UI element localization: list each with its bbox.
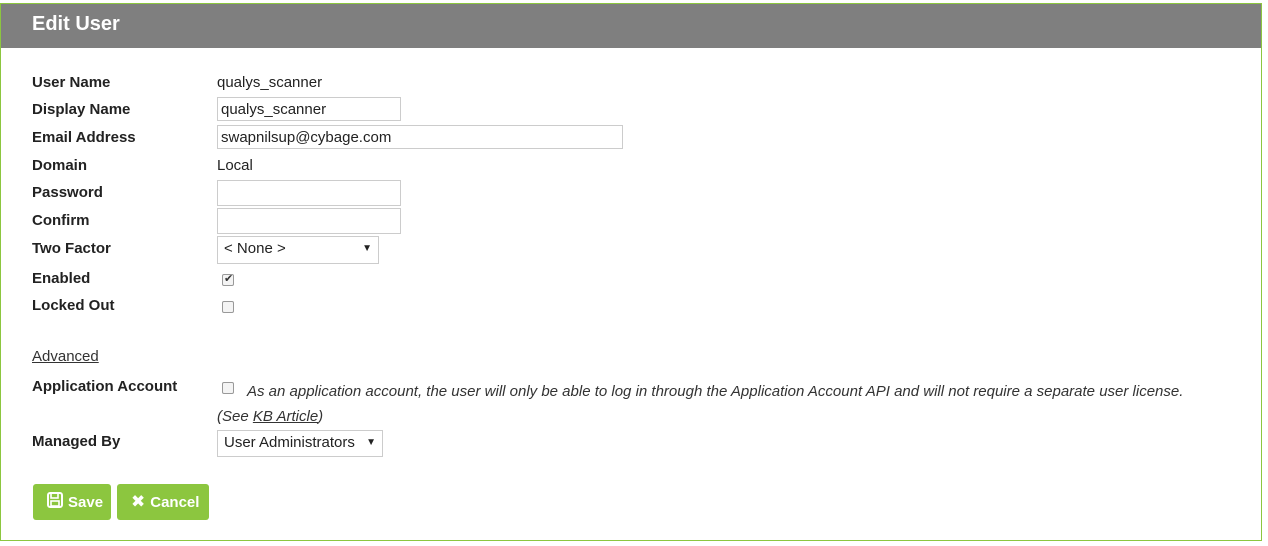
managed-by-label: Managed By [32, 433, 121, 450]
cancel-button[interactable]: ✖ Cancel [117, 484, 209, 520]
save-button[interactable]: Save [33, 484, 111, 520]
email-label: Email Address [32, 129, 136, 146]
managed-by-selected: User Administrators [224, 434, 355, 451]
chevron-down-icon: ▼ [362, 243, 372, 254]
email-field[interactable] [217, 125, 623, 149]
page-title: Edit User [32, 13, 120, 35]
edit-user-panel: Edit User [0, 3, 1262, 541]
user-name-label: User Name [32, 74, 111, 91]
managed-by-select[interactable]: User Administrators ▼ [217, 430, 383, 457]
confirm-label: Confirm [32, 212, 90, 229]
panel-header: Edit User [1, 4, 1261, 48]
check-icon: ✔ [224, 273, 234, 285]
locked-out-label: Locked Out [32, 297, 115, 314]
display-name-label: Display Name [32, 101, 131, 118]
two-factor-label: Two Factor [32, 240, 111, 257]
advanced-link[interactable]: Advanced [32, 348, 99, 365]
enabled-label: Enabled [32, 270, 91, 287]
password-label: Password [32, 184, 103, 201]
user-name-value: qualys_scanner [217, 74, 323, 91]
display-name-field[interactable] [217, 97, 401, 121]
application-account-text-end: ) [318, 408, 324, 425]
save-icon [47, 491, 63, 513]
application-account-text: As an application account, the user will… [217, 383, 1184, 425]
close-icon: ✖ [131, 492, 146, 511]
application-account-label: Application Account [32, 378, 178, 395]
save-label: Save [68, 493, 104, 511]
cancel-label: Cancel [150, 493, 200, 511]
locked-out-checkbox[interactable] [222, 301, 234, 313]
domain-label: Domain [32, 157, 88, 174]
kb-article-link[interactable]: KB Article [253, 408, 318, 425]
two-factor-select[interactable]: < None > ▼ [217, 236, 379, 264]
chevron-down-icon: ▼ [366, 437, 376, 448]
application-account-description: As an application account, the user will… [217, 379, 1217, 429]
domain-value: Local [217, 157, 253, 174]
enabled-checkbox[interactable]: ✔ [222, 273, 234, 286]
confirm-field[interactable] [217, 208, 401, 234]
password-field[interactable] [217, 180, 401, 206]
two-factor-selected: < None > [224, 240, 286, 257]
